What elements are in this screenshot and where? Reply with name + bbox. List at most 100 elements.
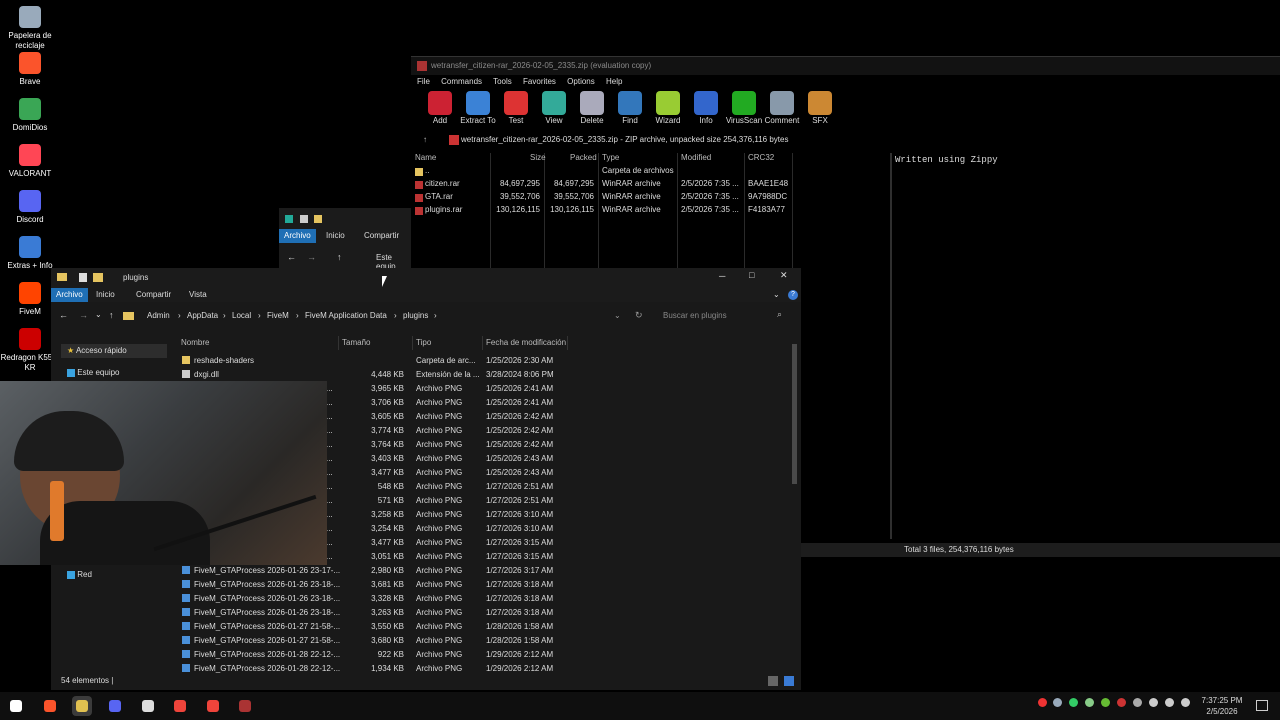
column-name[interactable]: Name <box>415 153 436 165</box>
chevron-right-icon[interactable]: › <box>178 311 181 320</box>
column-fecha[interactable]: Fecha de modificación <box>486 338 566 352</box>
file-row[interactable]: FiveM_GTAProcess 2026-01-26 23-18-... 3,6… <box>51 577 671 591</box>
desktop-icon-bluestacks[interactable]: DomiDios <box>0 98 60 133</box>
menu-commands[interactable]: Commands <box>441 77 482 86</box>
ribbon-tab-inicio[interactable]: Inicio <box>326 229 345 243</box>
title-bar[interactable]: plugins ─ □ ✕ <box>51 268 801 288</box>
desktop-icon-brave[interactable]: Brave <box>0 52 60 87</box>
forward-arrow-icon[interactable]: → <box>307 252 316 262</box>
chevron-right-icon[interactable]: › <box>296 311 299 320</box>
up-arrow-icon[interactable]: ↑ <box>337 252 342 262</box>
breadcrumb-item[interactable]: AppData <box>187 311 218 320</box>
menu-tools[interactable]: Tools <box>493 77 512 86</box>
ribbon-tab-archivo[interactable]: Archivo <box>51 288 88 302</box>
back-arrow-icon[interactable]: ← <box>287 252 296 262</box>
tray-red2-icon[interactable] <box>1117 698 1126 707</box>
menu-file[interactable]: File <box>417 77 430 86</box>
column-tipo[interactable]: Tipo <box>416 338 431 352</box>
chevron-down-icon[interactable]: ⌄ <box>773 290 780 299</box>
minimize-button[interactable]: ─ <box>719 271 725 281</box>
toolbar-comment-button[interactable]: Comment <box>763 91 801 131</box>
ribbon-tab-vista[interactable]: Vista <box>184 288 212 302</box>
taskbar-anydesk-button[interactable] <box>170 696 190 716</box>
toolbar-add-button[interactable]: Add <box>421 91 459 131</box>
file-row[interactable]: FiveM_GTAProcess 2026-01-26 23-18-... 3,2… <box>51 605 671 619</box>
column-packed[interactable]: Packed <box>570 153 597 165</box>
file-row[interactable]: FiveM_GTAProcess 2026-01-26 23-18-... 3,3… <box>51 591 671 605</box>
file-row[interactable]: dxgi.dll 4,448 KB Extensión de la ... 3/28/… <box>51 367 671 381</box>
file-row[interactable]: FiveM_GTAProcess 2026-01-26 23-17-... 2,9… <box>51 563 671 577</box>
toolbar-virusscan-button[interactable]: VirusScan <box>725 91 763 131</box>
tray-app-icon[interactable] <box>1133 698 1142 707</box>
address-dropdown-icon[interactable]: ⌄ <box>614 311 621 320</box>
archive-row[interactable]: citizen.rar 84,697,295 84,697,295 WinRAR ar… <box>413 179 887 191</box>
toolbar-test-button[interactable]: Test <box>497 91 535 131</box>
taskbar-windows-start-button[interactable] <box>6 696 26 716</box>
notification-icon[interactable] <box>1256 700 1268 711</box>
file-row[interactable]: FiveM_GTAProcess 2026-01-27 21-58-... 3,6… <box>51 633 671 647</box>
taskbar-discord-button[interactable] <box>105 696 125 716</box>
chevron-right-icon[interactable]: › <box>394 311 397 320</box>
breadcrumb-item[interactable]: Local <box>232 311 251 320</box>
chevron-right-icon[interactable]: › <box>258 311 261 320</box>
tray-nvidia-icon[interactable] <box>1101 698 1110 707</box>
ribbon-tab-inicio[interactable]: Inicio <box>91 288 120 302</box>
toolbar-sfx-button[interactable]: SFX <box>801 91 839 131</box>
toolbar-extract-to-button[interactable]: Extract To <box>459 91 497 131</box>
title-bar[interactable]: wetransfer_citizen-rar_2026-02-05_2335.z… <box>411 57 1280 75</box>
ribbon-tab-archivo[interactable]: Archivo <box>279 229 316 243</box>
ribbon-tab-compartir[interactable]: Compartir <box>131 288 176 302</box>
desktop-icon-discord[interactable]: Discord <box>0 190 60 225</box>
column-tamano[interactable]: Tamaño <box>342 338 370 352</box>
help-icon[interactable]: ? <box>788 290 798 300</box>
column-modified[interactable]: Modified <box>681 153 711 165</box>
refresh-icon[interactable]: ↻ <box>635 310 643 321</box>
volume-icon[interactable] <box>1181 698 1190 707</box>
details-view-button[interactable] <box>768 676 778 686</box>
archive-row[interactable]: plugins.rar 130,126,115 130,126,115 WinRAR … <box>413 205 887 217</box>
background-explorer-window[interactable]: Archivo Inicio Compartir ← → ↑ Este equi… <box>279 208 413 271</box>
search-icon[interactable]: ⌕ <box>777 309 782 320</box>
menu-favorites[interactable]: Favorites <box>523 77 556 86</box>
tray-green-icon[interactable] <box>1069 698 1078 707</box>
taskbar-winrar-button[interactable] <box>235 696 255 716</box>
menu-options[interactable]: Options <box>567 77 595 86</box>
tiles-view-button[interactable] <box>784 676 794 686</box>
up-arrow-icon[interactable]: ↑ <box>109 310 114 320</box>
microphone-icon[interactable] <box>1149 698 1158 707</box>
network-icon[interactable] <box>1165 698 1174 707</box>
taskbar-file-explorer-button[interactable] <box>72 696 92 716</box>
breadcrumb-item[interactable]: Admin <box>147 311 170 320</box>
toolbar-view-button[interactable]: View <box>535 91 573 131</box>
recent-locations-icon[interactable]: ⌄ <box>95 310 102 319</box>
breadcrumb-item[interactable]: FiveM Application Data <box>305 311 387 320</box>
forward-arrow-icon[interactable]: → <box>79 310 88 320</box>
file-row[interactable]: FiveM_GTAProcess 2026-01-28 22-12-... 1,9… <box>51 661 671 675</box>
chevron-right-icon[interactable]: › <box>434 311 437 320</box>
vertical-scrollbar[interactable] <box>792 344 797 484</box>
taskbar-obs-button[interactable] <box>138 696 158 716</box>
file-row[interactable]: FiveM_GTAProcess 2026-01-27 21-58-... 3,5… <box>51 619 671 633</box>
taskbar-anydesk-button[interactable] <box>203 696 223 716</box>
desktop-icon-valorant[interactable]: VALORANT <box>0 144 60 179</box>
breadcrumb-item[interactable]: plugins <box>403 311 428 320</box>
file-row[interactable]: reshade-shaders Carpeta de arc... 1/25/202… <box>51 353 671 367</box>
back-arrow-icon[interactable]: ← <box>59 310 68 320</box>
archive-row[interactable]: .. Carpeta de archivos <box>413 166 887 178</box>
toolbar-find-button[interactable]: Find <box>611 91 649 131</box>
column-type[interactable]: Type <box>602 153 619 165</box>
desktop-icon-recycle-bin[interactable]: Papelera de reciclaje <box>0 6 60 51</box>
close-button[interactable]: ✕ <box>780 270 788 281</box>
toolbar-info-button[interactable]: Info <box>687 91 725 131</box>
menu-help[interactable]: Help <box>606 77 622 86</box>
up-arrow-icon[interactable]: ↑ <box>423 131 427 149</box>
ribbon-tab-compartir[interactable]: Compartir <box>364 229 399 243</box>
taskbar-brave-button[interactable] <box>40 696 60 716</box>
tray-steam-icon[interactable] <box>1053 698 1062 707</box>
column-size[interactable]: Size <box>530 153 546 165</box>
file-row[interactable]: FiveM_GTAProcess 2026-01-28 22-12-... 922… <box>51 647 671 661</box>
column-crc32[interactable]: CRC32 <box>748 153 774 165</box>
search-input[interactable]: Buscar en plugins <box>663 311 727 320</box>
chevron-right-icon[interactable]: › <box>223 311 226 320</box>
tray-razer-icon[interactable] <box>1085 698 1094 707</box>
